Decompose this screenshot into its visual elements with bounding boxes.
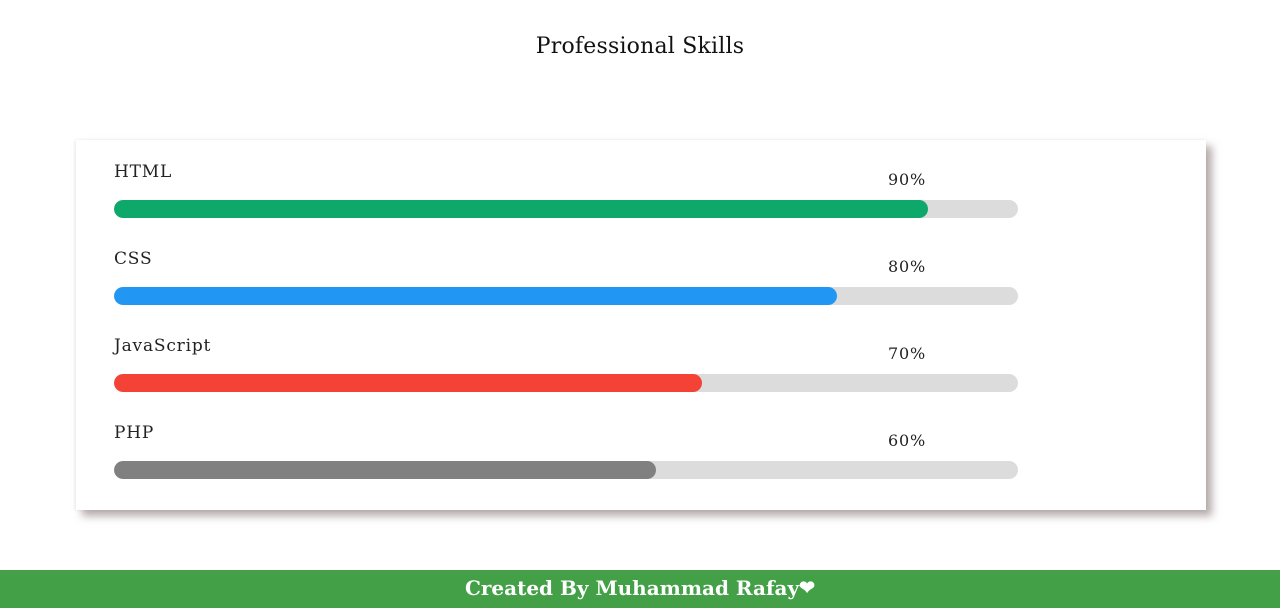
skill-name: PHP [114, 423, 155, 443]
progress-fill [114, 287, 838, 305]
page-title: Professional Skills [535, 34, 745, 59]
skill-percent: 80% [888, 257, 926, 276]
progress-track [114, 374, 1018, 392]
progress-fill [114, 374, 702, 392]
skill-name: JavaScript [114, 336, 212, 356]
skill-name: CSS [114, 249, 153, 269]
heart-icon: ❤ [799, 577, 816, 599]
skill-javascript: JavaScript 70% [114, 314, 1018, 392]
skill-css: CSS 80% [114, 227, 1018, 305]
skills-card: HTML 90% CSS 80% JavaScript 70% PHP 60% [76, 140, 1206, 510]
skill-php: PHP 60% [114, 401, 1018, 479]
skill-percent: 70% [888, 344, 926, 363]
skill-html: HTML 90% [114, 140, 1018, 218]
skill-percent: 90% [888, 170, 926, 189]
progress-fill [114, 200, 928, 218]
skill-name: HTML [114, 162, 173, 182]
footer-bar: Created By Muhammad Rafay❤ [0, 570, 1280, 608]
progress-track [114, 461, 1018, 479]
skill-percent: 60% [888, 431, 926, 450]
progress-track [114, 287, 1018, 305]
progress-fill [114, 461, 657, 479]
progress-track [114, 200, 1018, 218]
footer-credit: Created By Muhammad Rafay [464, 576, 800, 600]
